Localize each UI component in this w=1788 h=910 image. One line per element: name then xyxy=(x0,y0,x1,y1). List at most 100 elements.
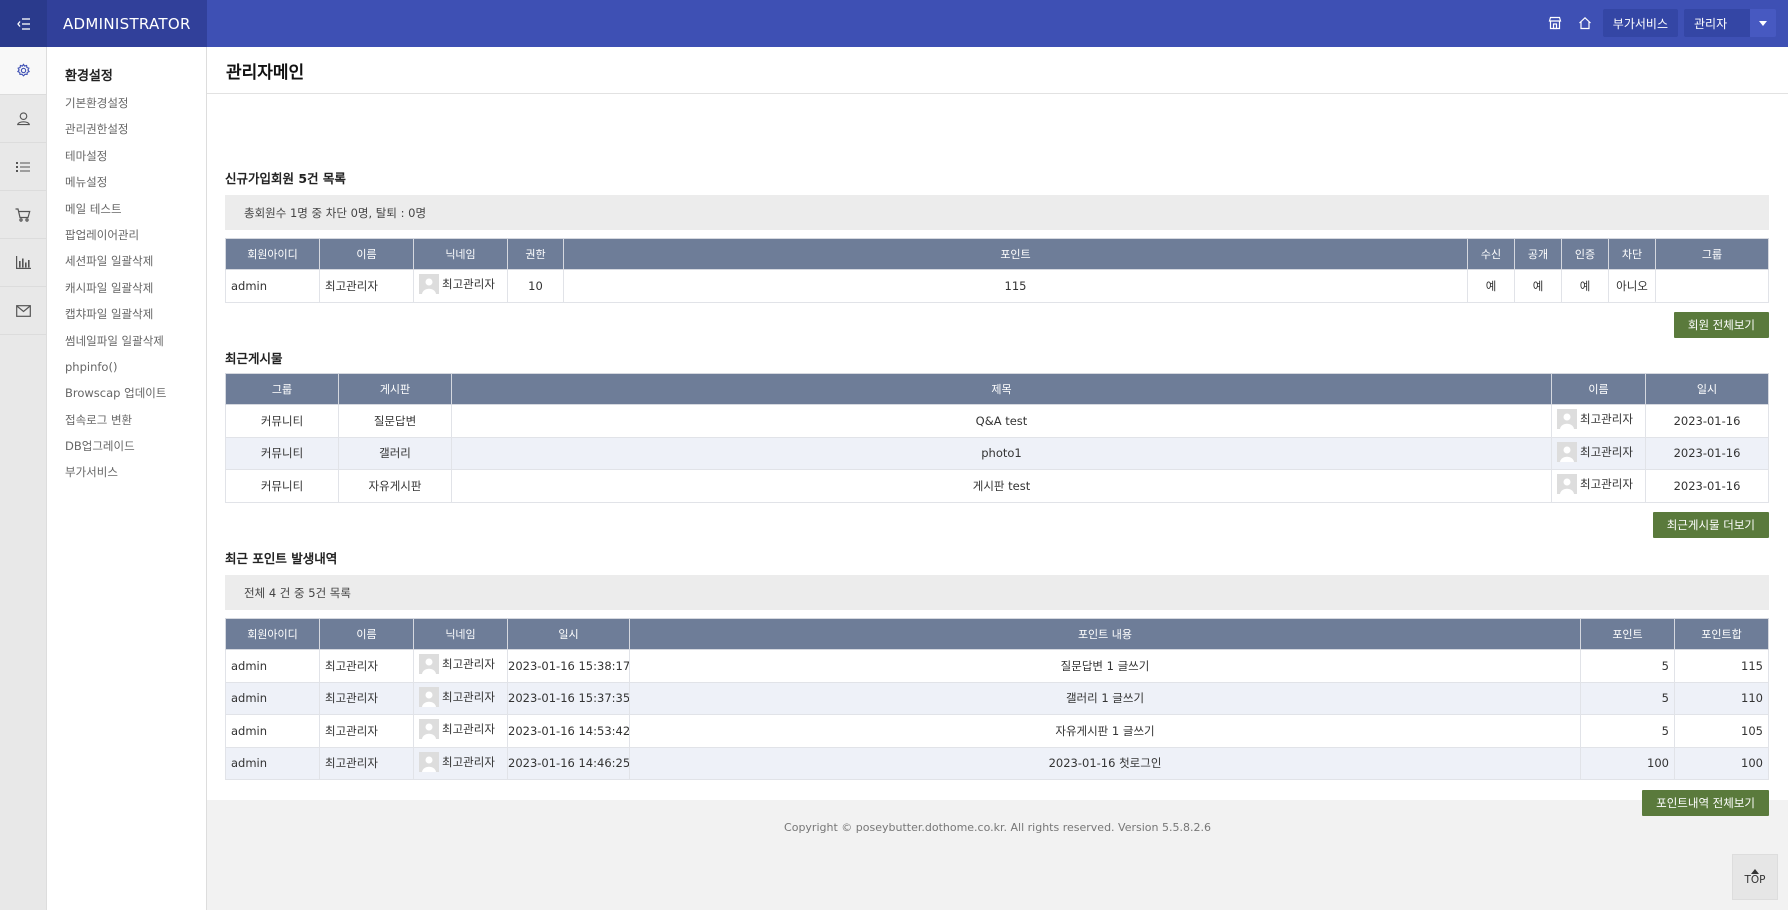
scroll-top-button[interactable]: TOP xyxy=(1732,854,1778,900)
nickname-link[interactable]: 최고관리자 xyxy=(419,686,495,707)
nickname-link[interactable]: 최고관리자 xyxy=(1557,441,1633,462)
cell-subject[interactable]: 게시판 test xyxy=(451,469,1552,503)
cart-icon xyxy=(15,207,31,222)
cell-subject[interactable]: photo1 xyxy=(451,436,1552,470)
point-text: 5 xyxy=(1661,723,1669,738)
addon-service-button[interactable]: 부가서비스 xyxy=(1602,9,1678,37)
table-row: 커뮤니티 자유게시판 게시판 test 최고관리자 2023-01-16 xyxy=(225,469,1769,503)
more-recent-posts-button[interactable]: 최근게시물 더보기 xyxy=(1652,512,1769,538)
nickname-link[interactable]: 최고관리자 xyxy=(419,751,495,772)
datetime-text: 2023-01-16 14:46:25 xyxy=(508,756,630,771)
cell-member-id[interactable]: admin xyxy=(225,649,320,683)
content-area: 관리자메인 신규가입회원 5건 목록 총회원수 1명 중 차단 0명, 탈퇴 :… xyxy=(207,47,1788,910)
table-row: admin 최고관리자 최고관리자 2023-01-16 14:46:25 2023-0… xyxy=(225,746,1769,780)
view-all-members-button[interactable]: 회원 전체보기 xyxy=(1673,312,1769,338)
name-text: 최고관리자 xyxy=(325,756,378,771)
submenu-item[interactable]: 세션파일 일괄삭제 xyxy=(65,254,206,280)
avatar xyxy=(1557,441,1577,462)
rail-boards[interactable] xyxy=(0,143,46,191)
submenu-item[interactable]: 메일 테스트 xyxy=(65,202,206,228)
group-text[interactable]: 커뮤니티 xyxy=(261,414,303,428)
home-icon[interactable] xyxy=(1573,8,1597,38)
cell-member-id[interactable]: admin xyxy=(225,681,320,715)
col-header-nickname: 닉네임 xyxy=(413,238,508,270)
name-text: 최고관리자 xyxy=(325,658,378,673)
col-header-total: 포인트합 xyxy=(1674,618,1769,650)
cert-text: 예 xyxy=(1579,278,1591,293)
cell-group[interactable]: 커뮤니티 xyxy=(225,404,339,438)
admin-logo[interactable]: ADMINISTRATOR xyxy=(47,0,207,47)
cell-subject[interactable]: Q&A test xyxy=(451,404,1552,438)
date-text: 2023-01-16 xyxy=(1673,478,1741,493)
submenu-item[interactable]: 부가서비스 xyxy=(65,465,206,491)
nickname-link[interactable]: 최고관리자 xyxy=(419,719,495,740)
submenu-item[interactable]: 접속로그 변환 xyxy=(65,413,206,439)
member-id-text[interactable]: admin xyxy=(231,279,267,293)
subject-text[interactable]: Q&A test xyxy=(976,414,1028,428)
submenu-item[interactable]: 기본환경설정 xyxy=(65,96,206,122)
member-id-text[interactable]: admin xyxy=(231,756,267,770)
submenu-item[interactable]: 썸네일파일 일괄삭제 xyxy=(65,334,206,360)
cell-date: 2023-01-16 xyxy=(1645,404,1769,438)
board-text[interactable]: 자유게시판 xyxy=(369,479,422,493)
submenu-item[interactable]: 관리권한설정 xyxy=(65,122,206,148)
submenu-item[interactable]: 메뉴설정 xyxy=(65,175,206,201)
nickname-link[interactable]: 최고관리자 xyxy=(419,274,495,295)
cell-name: 최고관리자 xyxy=(319,746,414,780)
group-text[interactable]: 커뮤니티 xyxy=(261,446,303,460)
admin-dropdown[interactable]: 관리자 xyxy=(1684,9,1776,37)
submenu-item[interactable]: phpinfo() xyxy=(65,360,206,386)
rail-mail[interactable] xyxy=(0,287,46,335)
group-text[interactable]: 커뮤니티 xyxy=(261,479,303,493)
cell-member-id[interactable]: admin xyxy=(225,714,320,748)
caret-down-icon[interactable] xyxy=(1750,9,1776,37)
menu-toggle-button[interactable] xyxy=(0,0,47,47)
submenu-item[interactable]: Browscap 업데이트 xyxy=(65,386,206,412)
cell-board[interactable]: 질문답변 xyxy=(338,404,452,438)
subject-text[interactable]: 게시판 test xyxy=(973,479,1030,493)
cell-member-id[interactable]: admin xyxy=(225,269,320,303)
cell-name: 최고관리자 xyxy=(319,649,414,683)
member-id-text[interactable]: admin xyxy=(231,691,267,705)
subject-text[interactable]: photo1 xyxy=(981,446,1022,460)
nickname-link[interactable]: 최고관리자 xyxy=(1557,409,1633,430)
date-text: 2023-01-16 xyxy=(1673,446,1741,461)
board-text[interactable]: 갤러리 xyxy=(379,446,411,460)
cell-board[interactable]: 자유게시판 xyxy=(338,469,452,503)
cell-group[interactable]: 커뮤니티 xyxy=(225,436,339,470)
table-row: admin 최고관리자 최고관리자 2023-01-16 15:37:35 갤러리 1 … xyxy=(225,681,1769,715)
cell-group[interactable]: 커뮤니티 xyxy=(225,469,339,503)
level-text: 10 xyxy=(528,278,543,293)
submenu-item[interactable]: 팝업레이어관리 xyxy=(65,228,206,254)
nickname-link[interactable]: 최고관리자 xyxy=(1557,474,1633,495)
total-text: 110 xyxy=(1741,691,1763,706)
content-text: 2023-01-16 첫로그인 xyxy=(1048,756,1162,771)
rail-shop[interactable] xyxy=(0,191,46,239)
cell-board[interactable]: 갤러리 xyxy=(338,436,452,470)
submenu-item[interactable]: DB업그레이드 xyxy=(65,439,206,465)
cell-nickname: 최고관리자 xyxy=(413,714,508,748)
cell-point: 5 xyxy=(1580,714,1675,748)
member-id-text[interactable]: admin xyxy=(231,724,267,738)
member-id-text[interactable]: admin xyxy=(231,659,267,673)
rail-settings[interactable] xyxy=(0,47,46,95)
board-text[interactable]: 질문답변 xyxy=(374,414,416,428)
submenu-item[interactable]: 캐시파일 일괄삭제 xyxy=(65,281,206,307)
submenu-item[interactable]: 캡챠파일 일괄삭제 xyxy=(65,307,206,333)
rail-members[interactable] xyxy=(0,95,46,143)
cell-nickname: 최고관리자 xyxy=(413,681,508,715)
gear-icon xyxy=(16,63,30,77)
rail-stats[interactable] xyxy=(0,239,46,287)
cell-total: 115 xyxy=(1674,649,1769,683)
submenu-item[interactable]: 테마설정 xyxy=(65,149,206,175)
cell-name: 최고관리자 xyxy=(1551,404,1646,438)
store-icon[interactable] xyxy=(1543,8,1567,38)
view-all-points-button[interactable]: 포인트내역 전체보기 xyxy=(1642,790,1769,816)
cell-member-id[interactable]: admin xyxy=(225,746,320,780)
table-row: admin 최고관리자 최고관리자 2023-01-16 15:38:17 질문답변 1… xyxy=(225,649,1769,683)
table-row: 커뮤니티 갤러리 photo1 최고관리자 2023-01-16 xyxy=(225,436,1769,470)
cell-total: 100 xyxy=(1674,746,1769,780)
nickname-link[interactable]: 최고관리자 xyxy=(419,654,495,675)
col-header-receive: 수신 xyxy=(1467,238,1515,270)
new-members-summary: 총회원수 1명 중 차단 0명, 탈퇴 : 0명 xyxy=(225,195,1769,230)
